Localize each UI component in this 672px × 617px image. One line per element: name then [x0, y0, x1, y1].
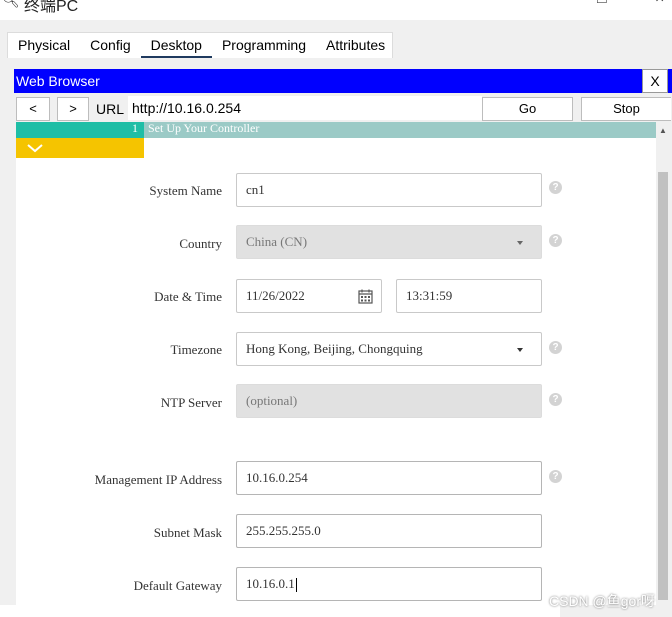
- url-input[interactable]: [128, 96, 482, 120]
- default-gateway-input[interactable]: 10.16.0.1: [236, 567, 542, 601]
- tab-desktop[interactable]: Desktop: [140, 33, 213, 59]
- chevron-down-icon: [27, 144, 43, 153]
- bottom-strip: [0, 605, 560, 617]
- ntp-server-input[interactable]: (optional): [236, 384, 542, 418]
- maximize-icon[interactable]: □: [597, 0, 607, 8]
- text-cursor: [295, 578, 297, 593]
- step-number-box: [16, 122, 144, 138]
- step-number: 1: [132, 122, 138, 135]
- page-scrollbar[interactable]: ▲: [656, 122, 670, 605]
- country-help-icon[interactable]: ?: [549, 234, 562, 247]
- window-title: 终端PC: [24, 0, 79, 15]
- default-gateway-label: Default Gateway: [133, 578, 222, 593]
- system-name-input[interactable]: cn1: [236, 173, 542, 207]
- system-name-help-icon[interactable]: ?: [549, 181, 562, 194]
- browser-nav-bar: < > URL Go Stop: [14, 94, 672, 122]
- country-value: China (CN): [246, 234, 308, 249]
- tab-strip: Physical Config Desktop Programming Attr…: [0, 20, 672, 59]
- forward-button[interactable]: >: [57, 97, 89, 121]
- tab-physical[interactable]: Physical: [8, 33, 80, 59]
- stop-button[interactable]: Stop: [581, 97, 671, 121]
- chevron-down-icon: [517, 241, 523, 245]
- scrollbar-thumb[interactable]: [658, 172, 668, 600]
- default-gateway-value: 10.16.0.1: [246, 576, 295, 591]
- management-ip-label: Management IP Address: [94, 472, 222, 487]
- timezone-label: Timezone: [170, 342, 222, 357]
- timezone-value: Hong Kong, Beijing, Chongquing: [246, 341, 423, 356]
- subnet-mask-input[interactable]: 255.255.255.0: [236, 514, 542, 548]
- tab-programming[interactable]: Programming: [212, 33, 316, 59]
- chevron-down-icon: [517, 348, 523, 352]
- collapse-step-button[interactable]: [16, 138, 144, 158]
- system-name-label: System Name: [149, 183, 222, 198]
- timezone-select[interactable]: Hong Kong, Beijing, Chongquing: [236, 332, 542, 366]
- step-title: Set Up Your Controller: [148, 122, 260, 135]
- scroll-up-icon[interactable]: ▲: [659, 126, 667, 135]
- url-label: URL: [96, 101, 125, 117]
- subnet-mask-label: Subnet Mask: [153, 525, 222, 540]
- date-input[interactable]: 11/26/2022: [236, 279, 382, 313]
- tab-list: Physical Config Desktop Programming Attr…: [7, 32, 393, 59]
- country-select[interactable]: China (CN): [236, 225, 542, 259]
- window-title-bar: 🔍︎ 终端PC □ ×: [0, 0, 672, 20]
- calendar-icon[interactable]: [358, 289, 373, 304]
- management-ip-help-icon[interactable]: ?: [549, 470, 562, 483]
- country-label: Country: [179, 236, 222, 251]
- ntp-server-help-icon[interactable]: ?: [549, 393, 562, 406]
- browser-page: 1 Set Up Your Controller System Name cn1…: [16, 122, 656, 605]
- tab-config[interactable]: Config: [80, 33, 140, 59]
- ntp-server-label: NTP Server: [160, 395, 222, 410]
- time-input[interactable]: 13:31:59: [396, 279, 542, 313]
- browser-close-button[interactable]: X: [642, 69, 668, 93]
- back-button[interactable]: <: [16, 97, 50, 121]
- step-header: 1 Set Up Your Controller: [16, 122, 656, 138]
- search-icon: 🔍︎: [2, 0, 20, 8]
- tab-attributes[interactable]: Attributes: [316, 33, 395, 59]
- date-value: 11/26/2022: [246, 288, 305, 303]
- management-ip-input[interactable]: 10.16.0.254: [236, 461, 542, 495]
- timezone-help-icon[interactable]: ?: [549, 341, 562, 354]
- go-button[interactable]: Go: [482, 97, 573, 121]
- watermark: CSDN @鱼gor呀: [549, 593, 656, 609]
- browser-title-bar: Web Browser X: [14, 69, 672, 93]
- browser-title: Web Browser: [16, 73, 100, 89]
- close-window-icon[interactable]: ×: [655, 0, 664, 8]
- date-time-label: Date & Time: [154, 289, 222, 304]
